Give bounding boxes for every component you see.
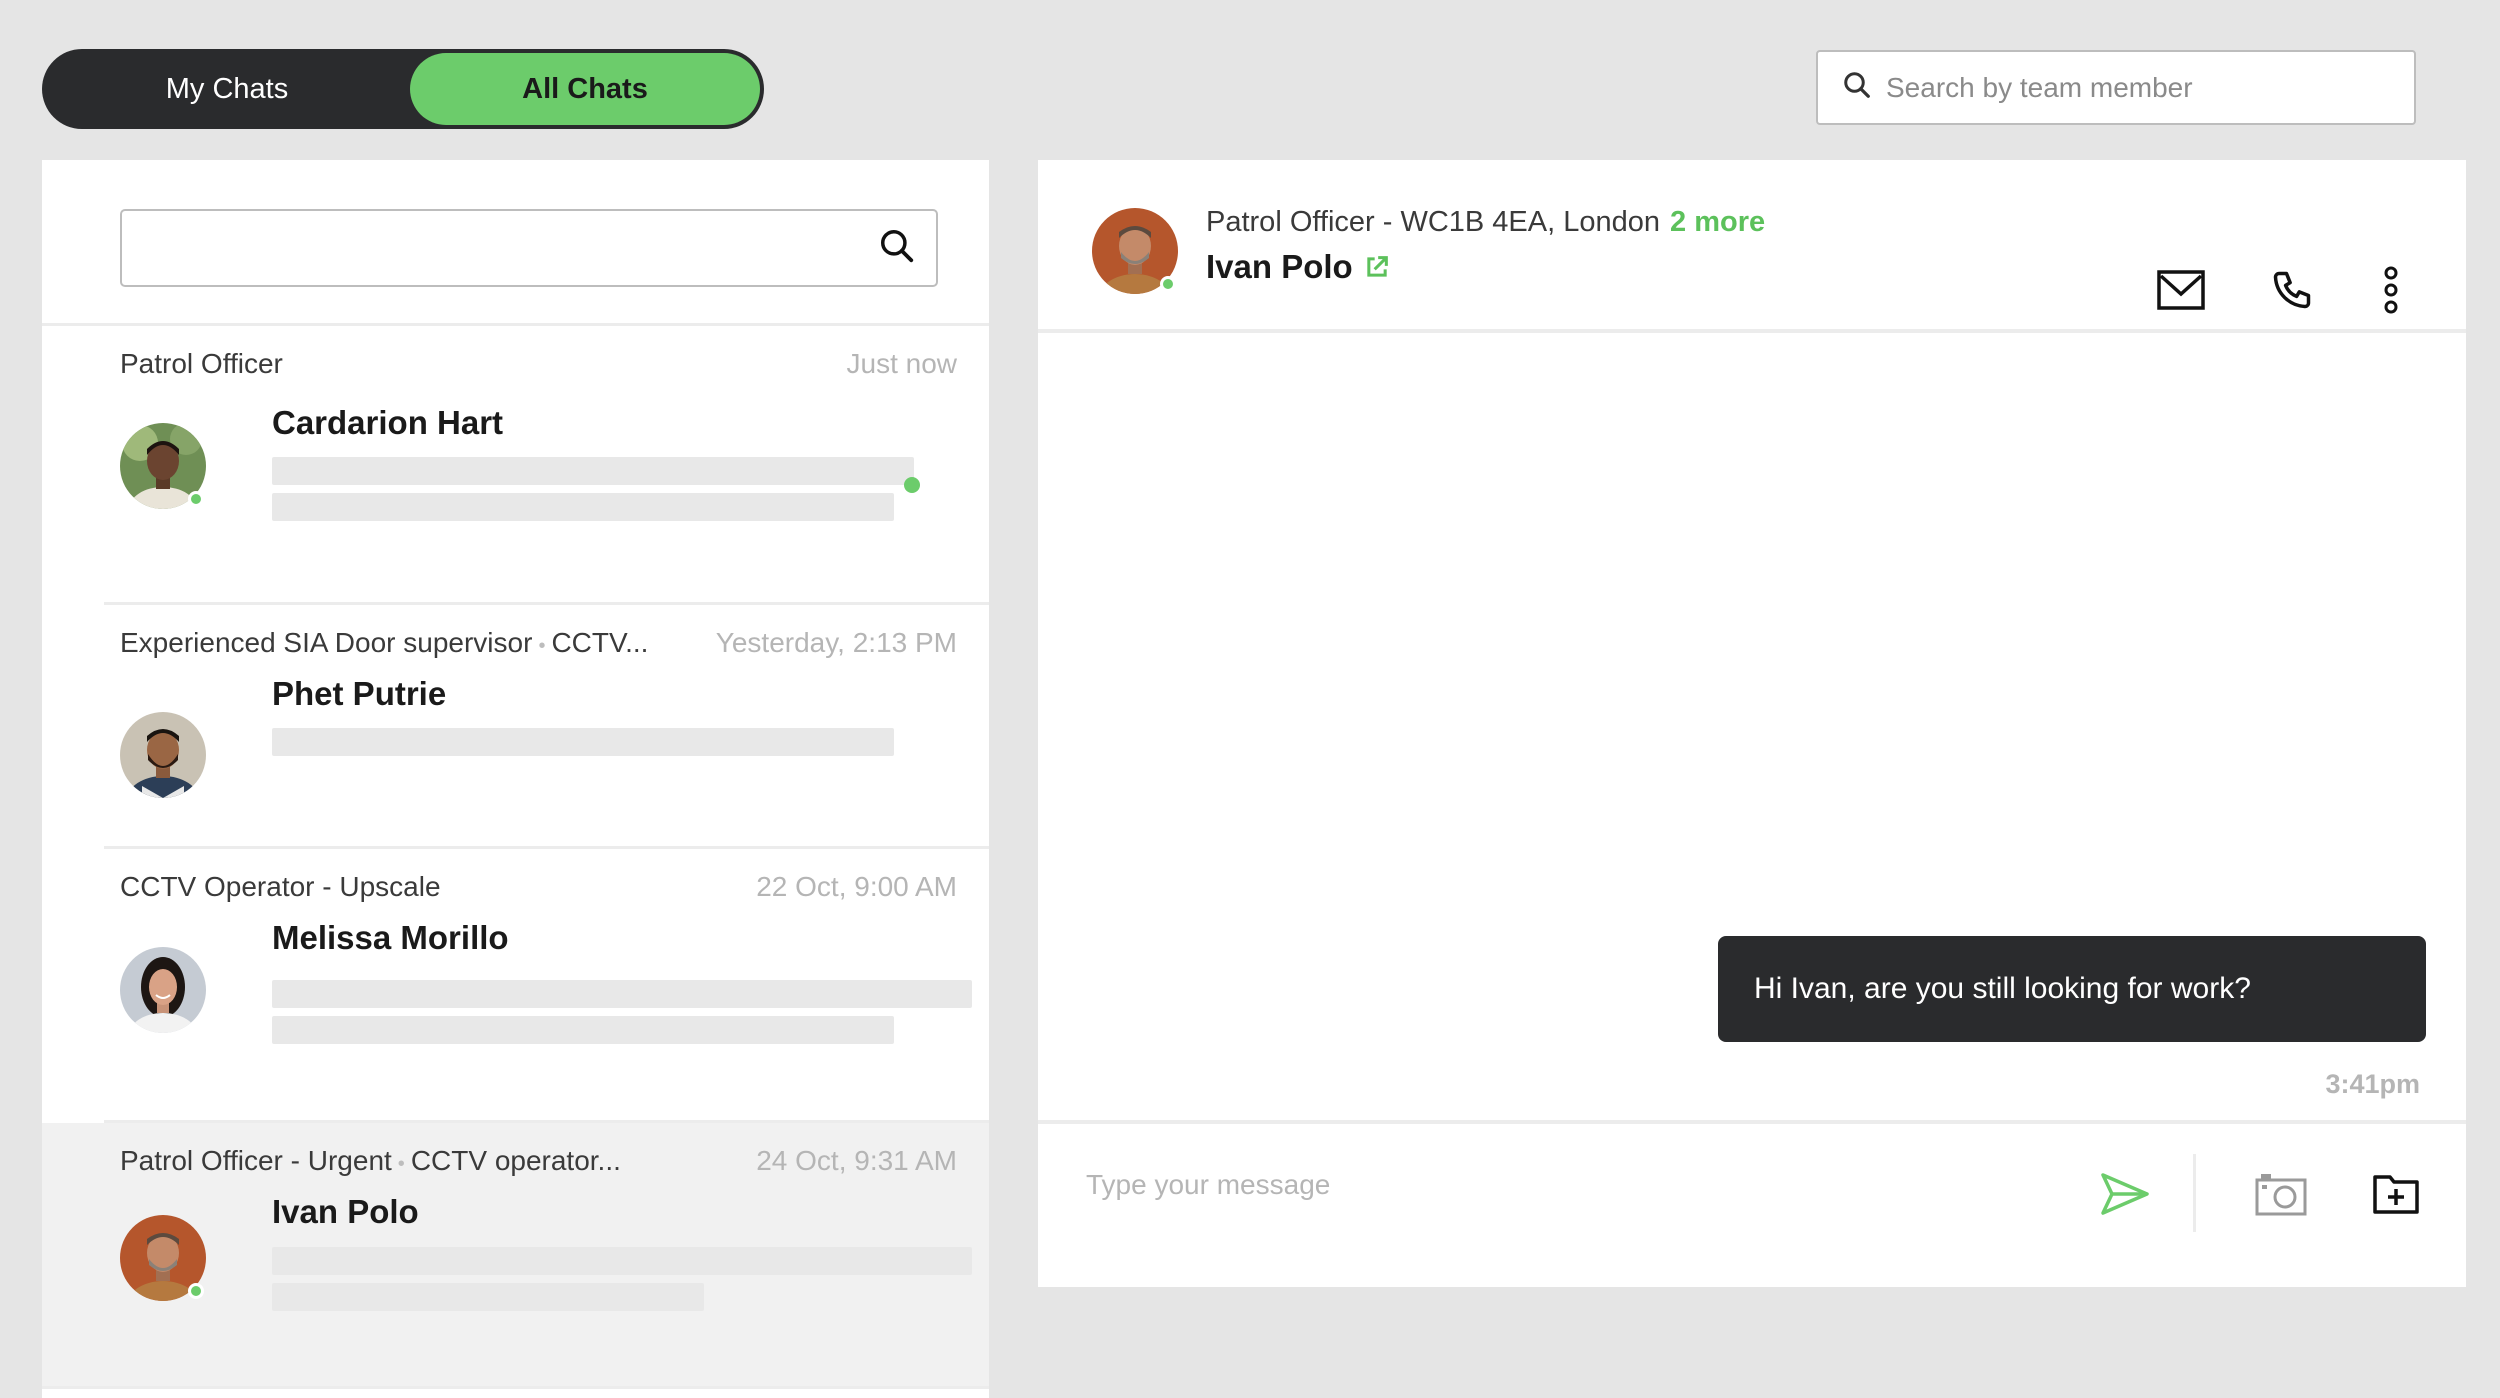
avatar bbox=[120, 712, 206, 798]
avatar bbox=[120, 947, 206, 1033]
chat-meta: Patrol Officer - Urgent • CCTV operator...… bbox=[120, 1145, 957, 1177]
chat-name: Phet Putrie bbox=[272, 675, 447, 712]
online-indicator bbox=[188, 491, 204, 507]
search-icon[interactable] bbox=[878, 227, 916, 270]
team-member-search bbox=[1816, 50, 2416, 125]
message-composer bbox=[1038, 1120, 2466, 1287]
avatar bbox=[1092, 208, 1178, 294]
message-timestamp: 3:41pm bbox=[2325, 1069, 2420, 1099]
conversation-header: Patrol Officer - WC1B 4EA, London 2 more … bbox=[1038, 160, 2466, 333]
avatar-melissa bbox=[120, 947, 206, 1033]
chat-list-item[interactable]: CCTV Operator - Upscale 22 Oct, 9:00 AM … bbox=[104, 849, 989, 1123]
conversation-name: Ivan Polo bbox=[1206, 248, 1391, 286]
chat-name: Cardarion Hart bbox=[272, 404, 504, 441]
chat-meta: CCTV Operator - Upscale 22 Oct, 9:00 AM bbox=[120, 871, 957, 903]
chat-filter-toggle: My Chats All Chats bbox=[42, 49, 764, 129]
conversation-role: Patrol Officer - WC1B 4EA, London 2 more bbox=[1206, 206, 1766, 238]
avatar bbox=[120, 423, 206, 509]
team-member-search-input[interactable] bbox=[1886, 71, 2406, 104]
search-icon bbox=[1842, 70, 1872, 105]
chat-time: Just now bbox=[846, 348, 958, 379]
chat-list-search-area bbox=[42, 160, 989, 326]
online-indicator bbox=[188, 1283, 204, 1299]
chat-list-panel: Patrol Officer Just now Cardarion Hart E… bbox=[42, 160, 989, 1398]
chat-role: Experienced SIA Door supervisor • CCTV... bbox=[120, 627, 649, 658]
chat-time: 24 Oct, 9:31 AM bbox=[756, 1145, 957, 1176]
chat-time: 22 Oct, 9:00 AM bbox=[756, 871, 957, 902]
chat-time: Yesterday, 2:13 PM bbox=[715, 627, 957, 658]
message-preview-placeholder bbox=[272, 728, 894, 756]
chat-list-item[interactable]: Experienced SIA Door supervisor • CCTV... … bbox=[104, 605, 989, 849]
avatar-phet bbox=[120, 712, 206, 798]
chat-meta: Patrol Officer Just now bbox=[120, 348, 957, 380]
camera-icon[interactable] bbox=[2251, 1164, 2311, 1224]
avatar bbox=[120, 1215, 206, 1301]
chat-search-input[interactable] bbox=[122, 211, 878, 285]
tab-all-chats[interactable]: All Chats bbox=[410, 53, 760, 125]
more-vertical-icon[interactable] bbox=[2361, 260, 2421, 320]
message-preview-placeholder bbox=[272, 1283, 704, 1311]
send-icon[interactable] bbox=[2095, 1164, 2155, 1224]
composer-divider bbox=[2193, 1154, 2196, 1232]
chat-name: Melissa Morillo bbox=[272, 919, 509, 956]
chat-name: Ivan Polo bbox=[272, 1193, 419, 1230]
chat-role: Patrol Officer - Urgent • CCTV operator... bbox=[120, 1145, 621, 1176]
phone-icon[interactable] bbox=[2262, 260, 2322, 320]
online-indicator bbox=[1160, 276, 1176, 292]
message-preview-placeholder bbox=[272, 493, 894, 521]
message-preview-placeholder bbox=[272, 1247, 972, 1275]
unread-indicator bbox=[904, 477, 920, 493]
tab-my-chats[interactable]: My Chats bbox=[42, 49, 412, 129]
chat-role: Patrol Officer bbox=[120, 348, 283, 379]
chat-list-item[interactable]: Patrol Officer Just now Cardarion Hart bbox=[104, 326, 989, 605]
outgoing-message-bubble: Hi Ivan, are you still looking for work? bbox=[1718, 936, 2426, 1042]
message-preview-placeholder bbox=[272, 980, 972, 1008]
conversation-panel: Patrol Officer - WC1B 4EA, London 2 more … bbox=[1038, 160, 2466, 1287]
message-input[interactable] bbox=[1086, 1160, 1986, 1210]
message-preview-placeholder bbox=[272, 1016, 894, 1044]
mail-icon[interactable] bbox=[2151, 260, 2211, 320]
chat-list-item-active[interactable]: Patrol Officer - Urgent • CCTV operator...… bbox=[42, 1123, 989, 1389]
chat-role: CCTV Operator - Upscale bbox=[120, 871, 441, 902]
chat-search-box bbox=[120, 209, 938, 287]
external-link-icon[interactable] bbox=[1363, 253, 1391, 281]
message-thread: Hi Ivan, are you still looking for work?… bbox=[1038, 333, 2466, 1107]
chat-meta: Experienced SIA Door supervisor • CCTV... … bbox=[120, 627, 957, 659]
more-roles-link[interactable]: 2 more bbox=[1670, 206, 1765, 238]
message-preview-placeholder bbox=[272, 457, 914, 485]
folder-add-icon[interactable] bbox=[2366, 1164, 2426, 1224]
